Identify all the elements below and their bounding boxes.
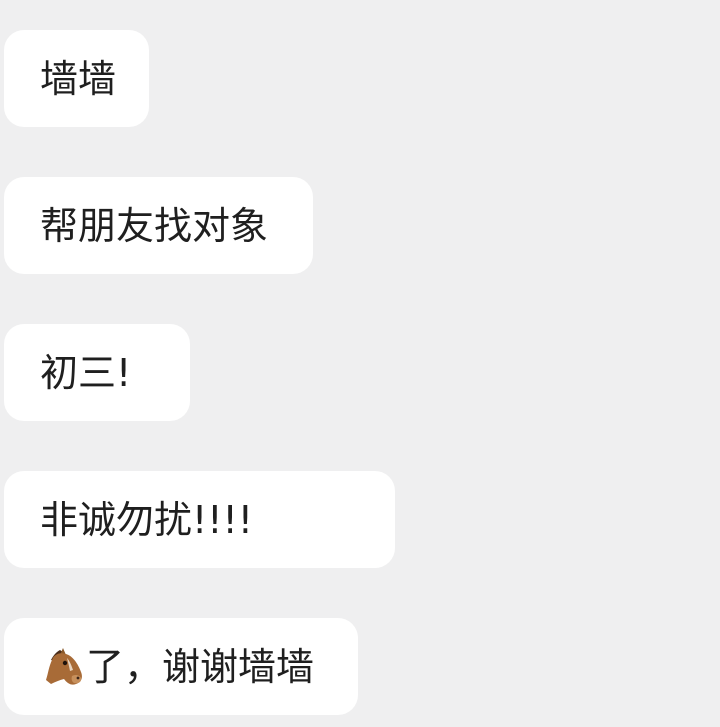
message-bubble[interactable]: 墙墙 (4, 30, 149, 127)
horse-emoji-icon (38, 646, 86, 688)
message-bubble[interactable]: 帮朋友找对象 (4, 177, 313, 274)
chat-message-list: 墙墙 帮朋友找对象 初三! 非诚勿扰!!!! 了，谢谢墙墙 (0, 0, 720, 727)
message-text: 非诚勿扰!!!! (40, 497, 253, 542)
message-bubble[interactable]: 非诚勿扰!!!! (4, 471, 395, 568)
message-text: 初三! (40, 350, 132, 395)
message-text: 帮朋友找对象 (40, 203, 269, 248)
message-bubble[interactable]: 了，谢谢墙墙 (4, 618, 358, 715)
message-bubble[interactable]: 初三! (4, 324, 190, 421)
message-text: 了，谢谢墙墙 (86, 644, 315, 689)
message-text: 墙墙 (40, 56, 117, 101)
